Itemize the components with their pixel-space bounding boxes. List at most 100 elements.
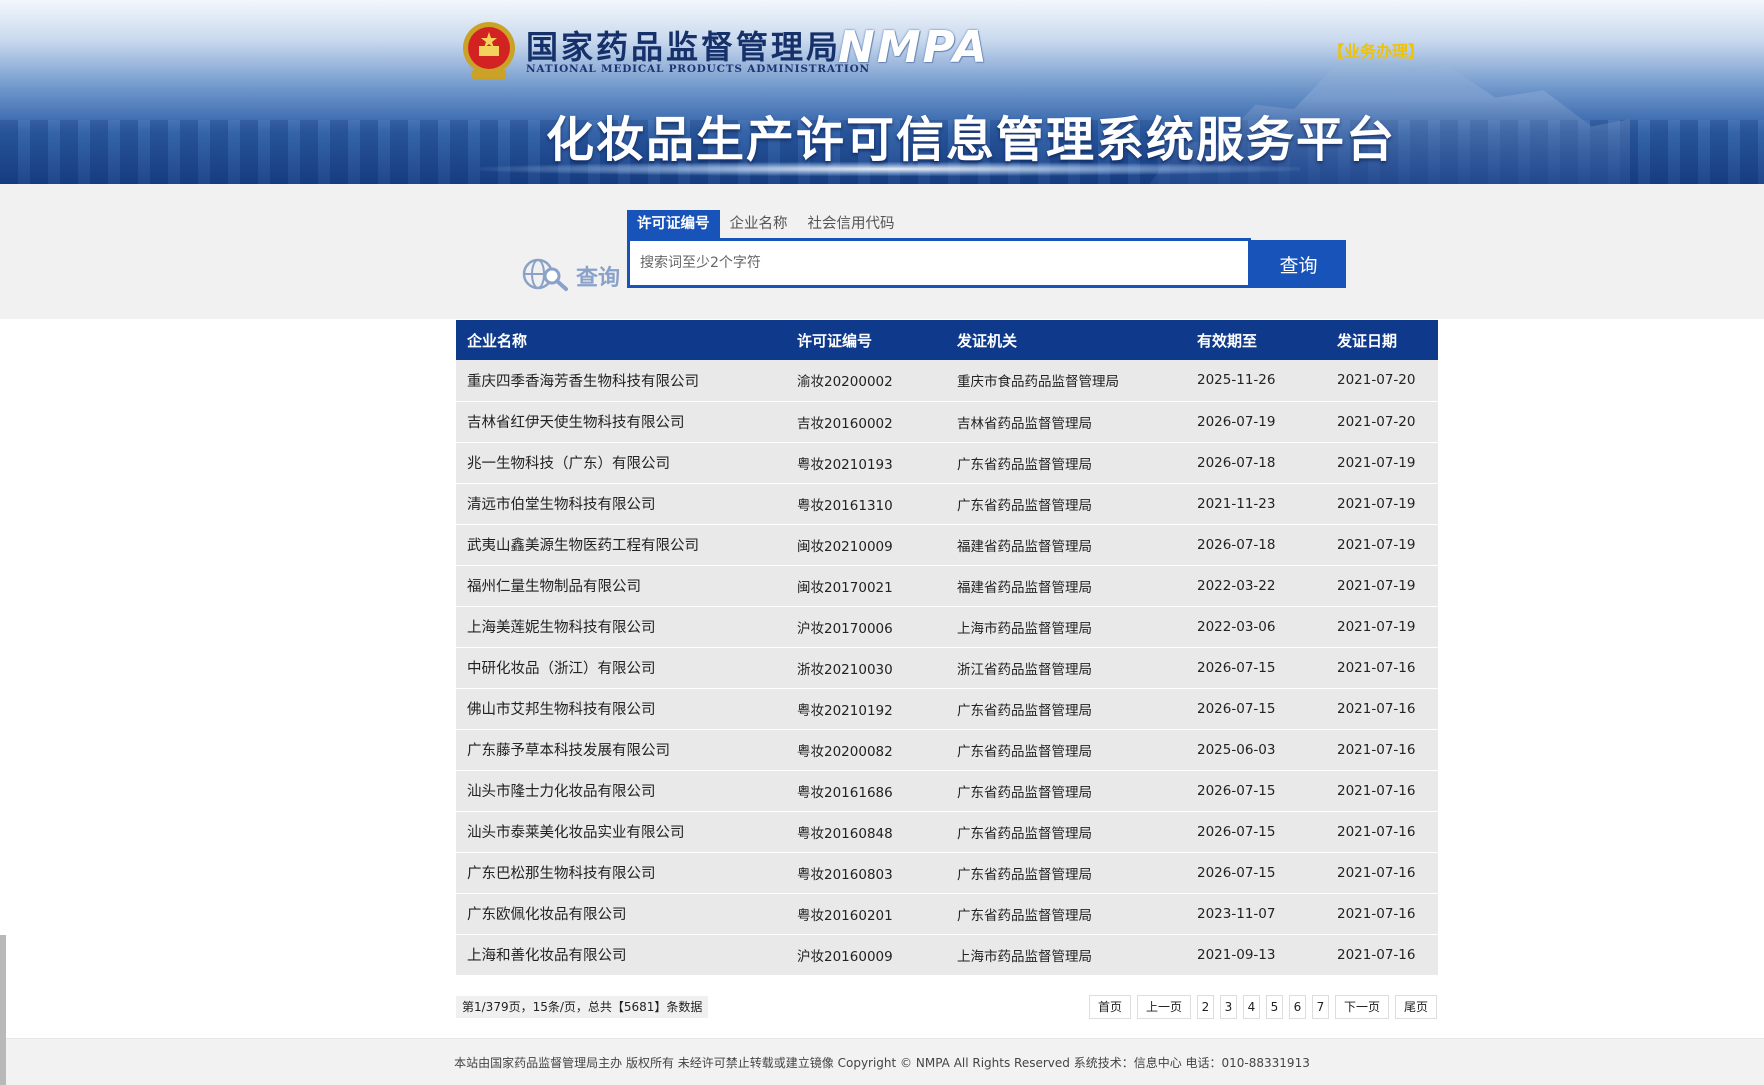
cell-valid-until: 2026-07-15: [1197, 782, 1276, 799]
cell-issue-date: 2021-07-20: [1337, 372, 1416, 389]
cell-valid-until: 2025-11-26: [1197, 372, 1276, 389]
agency-abbreviation: NMPA: [838, 22, 989, 73]
cell-issuing-authority: 广东省药品监督管理局: [957, 497, 1092, 514]
cell-issuing-authority: 广东省药品监督管理局: [957, 825, 1092, 842]
search-box: [627, 238, 1251, 288]
cell-license-number: 浙妆20210030: [797, 661, 893, 678]
page-button-5[interactable]: 5: [1265, 995, 1283, 1019]
cell-company-name[interactable]: 清远市伯堂生物科技有限公司: [456, 483, 786, 524]
table-row[interactable]: 广东巴松那生物科技有限公司 粤妆20160803 广东省药品监督管理局 2026-07…: [456, 852, 1438, 893]
table-row[interactable]: 佛山市艾邦生物科技有限公司 粤妆20210192 广东省药品监督管理局 2026-07…: [456, 688, 1438, 729]
cell-valid-until: 2022-03-06: [1197, 618, 1276, 635]
first-page-button[interactable]: 首页: [1088, 995, 1131, 1019]
cell-issue-date: 2021-07-16: [1337, 741, 1416, 758]
page-button-2[interactable]: 2: [1196, 995, 1214, 1019]
cell-license-number: 粤妆20160201: [797, 907, 893, 924]
table-row[interactable]: 中研化妆品（浙江）有限公司 浙妆20210030 浙江省药品监督管理局 2026-07…: [456, 647, 1438, 688]
search-logo: 查询: [520, 254, 640, 294]
cell-company-name[interactable]: 兆一生物科技（广东）有限公司: [456, 442, 786, 483]
cell-issue-date: 2021-07-16: [1337, 823, 1416, 840]
cell-license-number: 沪妆20160009: [797, 948, 893, 965]
cell-license-number: 粤妆20210192: [797, 702, 893, 719]
cell-company-name[interactable]: 广东巴松那生物科技有限公司: [456, 852, 786, 893]
search-section: 查询 许可证编号 企业名称 社会信用代码 查询: [0, 184, 1764, 319]
cell-issuing-authority: 广东省药品监督管理局: [957, 702, 1092, 719]
pagination-info: 第1/379页，15条/页，总共【5681】条数据: [456, 996, 709, 1018]
search-tabs: 许可证编号 企业名称 社会信用代码: [627, 210, 905, 238]
cell-issue-date: 2021-07-20: [1337, 413, 1416, 430]
cell-company-name[interactable]: 上海和善化妆品有限公司: [456, 934, 786, 975]
column-header-valid-until: 有效期至: [1197, 331, 1258, 350]
cell-valid-until: 2026-07-15: [1197, 659, 1276, 676]
cell-company-name[interactable]: 吉林省红伊天使生物科技有限公司: [456, 401, 786, 442]
cell-license-number: 粤妆20160803: [797, 866, 893, 883]
results-table-container: 企业名称 许可证编号 发证机关 有效期至 发证日期 重庆四季香海芳香生物科技有限…: [456, 320, 1438, 976]
cell-valid-until: 2026-07-15: [1197, 864, 1276, 881]
table-row[interactable]: 广东欧佩化妆品有限公司 粤妆20160201 广东省药品监督管理局 2023-11-0…: [456, 893, 1438, 934]
cell-issuing-authority: 上海市药品监督管理局: [957, 620, 1092, 637]
cell-valid-until: 2026-07-19: [1197, 413, 1276, 430]
table-row[interactable]: 福州仁量生物制品有限公司 闽妆20170021 福建省药品监督管理局 2022-03-…: [456, 565, 1438, 606]
table-row[interactable]: 武夷山鑫美源生物医药工程有限公司 闽妆20210009 福建省药品监督管理局 2026…: [456, 524, 1438, 565]
cell-valid-until: 2026-07-18: [1197, 454, 1276, 471]
search-button[interactable]: 查询: [1251, 240, 1346, 288]
cell-company-name[interactable]: 重庆四季香海芳香生物科技有限公司: [456, 360, 786, 401]
tab-license-number[interactable]: 许可证编号: [627, 210, 720, 238]
prev-page-button[interactable]: 上一页: [1136, 995, 1191, 1019]
cell-company-name[interactable]: 汕头市泰莱美化妆品实业有限公司: [456, 811, 786, 852]
cell-license-number: 粤妆20200082: [797, 743, 893, 760]
cell-license-number: 渝妆20200002: [797, 374, 893, 391]
tab-company-name[interactable]: 企业名称: [720, 210, 798, 238]
table-row[interactable]: 吉林省红伊天使生物科技有限公司 吉妆20160002 吉林省药品监督管理局 2026-…: [456, 401, 1438, 442]
table-row[interactable]: 汕头市泰莱美化妆品实业有限公司 粤妆20160848 广东省药品监督管理局 2026-…: [456, 811, 1438, 852]
last-page-button[interactable]: 尾页: [1394, 995, 1437, 1019]
search-input[interactable]: [630, 241, 1248, 285]
cell-valid-until: 2025-06-03: [1197, 741, 1276, 758]
results-table: 企业名称 许可证编号 发证机关 有效期至 发证日期 重庆四季香海芳香生物科技有限…: [456, 320, 1438, 976]
page-button-3[interactable]: 3: [1219, 995, 1237, 1019]
cell-company-name[interactable]: 汕头市隆士力化妆品有限公司: [456, 770, 786, 811]
cell-valid-until: 2026-07-15: [1197, 823, 1276, 840]
footer-text: 本站由国家药品监督管理局主办 版权所有 未经许可禁止转载或建立镜像 Copyri…: [454, 1056, 1310, 1070]
page-button-7[interactable]: 7: [1311, 995, 1329, 1019]
cell-company-name[interactable]: 上海美莲妮生物科技有限公司: [456, 606, 786, 647]
table-row[interactable]: 上海美莲妮生物科技有限公司 沪妆20170006 上海市药品监督管理局 2022-03…: [456, 606, 1438, 647]
page-button-4[interactable]: 4: [1242, 995, 1260, 1019]
cell-issuing-authority: 福建省药品监督管理局: [957, 579, 1092, 596]
table-row[interactable]: 广东藤予草本科技发展有限公司 粤妆20200082 广东省药品监督管理局 2025-0…: [456, 729, 1438, 770]
cell-issue-date: 2021-07-16: [1337, 700, 1416, 717]
cell-valid-until: 2026-07-15: [1197, 700, 1276, 717]
cell-issue-date: 2021-07-19: [1337, 454, 1416, 471]
cell-issuing-authority: 广东省药品监督管理局: [957, 866, 1092, 883]
cell-issue-date: 2021-07-19: [1337, 536, 1416, 553]
table-body: 重庆四季香海芳香生物科技有限公司 渝妆20200002 重庆市食品药品监督管理局 20…: [456, 360, 1438, 975]
tab-credit-code[interactable]: 社会信用代码: [798, 210, 905, 238]
column-header-company: 企业名称: [467, 331, 528, 350]
cell-issuing-authority: 吉林省药品监督管理局: [957, 415, 1092, 432]
cell-company-name[interactable]: 中研化妆品（浙江）有限公司: [456, 647, 786, 688]
column-header-license: 许可证编号: [797, 331, 873, 350]
next-page-button[interactable]: 下一页: [1334, 995, 1389, 1019]
table-row[interactable]: 上海和善化妆品有限公司 沪妆20160009 上海市药品监督管理局 2021-09-1…: [456, 934, 1438, 975]
table-row[interactable]: 重庆四季香海芳香生物科技有限公司 渝妆20200002 重庆市食品药品监督管理局 20…: [456, 360, 1438, 401]
cell-issue-date: 2021-07-16: [1337, 946, 1416, 963]
cell-issue-date: 2021-07-19: [1337, 495, 1416, 512]
cell-company-name[interactable]: 广东藤予草本科技发展有限公司: [456, 729, 786, 770]
system-title: 化妆品生产许可信息管理系统服务平台: [546, 112, 1397, 168]
table-row[interactable]: 兆一生物科技（广东）有限公司 粤妆20210193 广东省药品监督管理局 2026-0…: [456, 442, 1438, 483]
column-header-issue-date: 发证日期: [1337, 331, 1398, 350]
left-scroll-edge: [0, 935, 6, 1085]
cell-valid-until: 2023-11-07: [1197, 905, 1276, 922]
cell-company-name[interactable]: 福州仁量生物制品有限公司: [456, 565, 786, 606]
business-link[interactable]: 【业务办理】: [1328, 38, 1424, 62]
table-row[interactable]: 清远市伯堂生物科技有限公司 粤妆20161310 广东省药品监督管理局 2021-11…: [456, 483, 1438, 524]
cell-license-number: 粤妆20161310: [797, 497, 893, 514]
table-row[interactable]: 汕头市隆士力化妆品有限公司 粤妆20161686 广东省药品监督管理局 2026-07…: [456, 770, 1438, 811]
agency-name-en: NATIONAL MEDICAL PRODUCTS ADMINISTRATION: [526, 63, 870, 75]
page-button-6[interactable]: 6: [1288, 995, 1306, 1019]
table-header-row: 企业名称 许可证编号 发证机关 有效期至 发证日期: [456, 320, 1438, 360]
cell-company-name[interactable]: 武夷山鑫美源生物医药工程有限公司: [456, 524, 786, 565]
cell-company-name[interactable]: 广东欧佩化妆品有限公司: [456, 893, 786, 934]
cell-valid-until: 2026-07-18: [1197, 536, 1276, 553]
cell-company-name[interactable]: 佛山市艾邦生物科技有限公司: [456, 688, 786, 729]
